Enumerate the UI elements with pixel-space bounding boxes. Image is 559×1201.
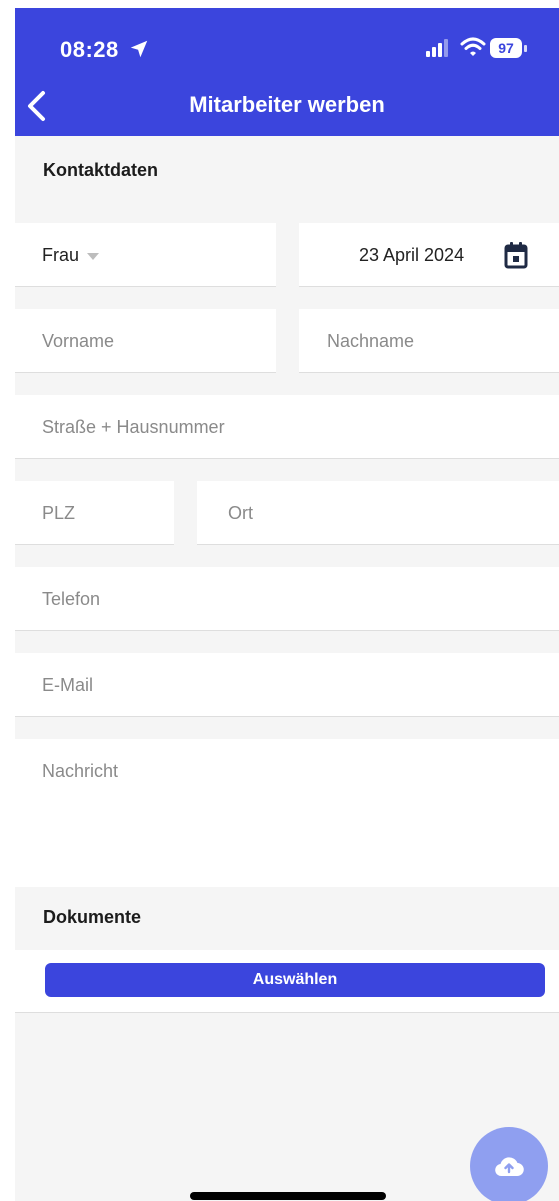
street-field[interactable]: Straße + Hausnummer bbox=[15, 395, 559, 459]
battery-tip bbox=[524, 45, 527, 52]
salutation-select[interactable]: Frau bbox=[15, 223, 276, 287]
signal-icon bbox=[426, 39, 448, 57]
app-screen: 08:28 97 Mitarbeiter werben Kontaktdaten… bbox=[15, 8, 559, 1201]
wifi-icon bbox=[460, 37, 486, 56]
cloud-upload-icon bbox=[495, 1157, 524, 1177]
city-placeholder: Ort bbox=[228, 503, 253, 523]
battery-indicator: 97 bbox=[490, 38, 528, 60]
section-title-contact: Kontaktdaten bbox=[43, 160, 159, 180]
zip-field[interactable]: PLZ bbox=[15, 481, 174, 545]
status-time: 08:28 bbox=[60, 37, 119, 62]
upload-fab[interactable] bbox=[470, 1127, 548, 1201]
date-value: 23 April 2024 bbox=[359, 245, 465, 265]
street-placeholder: Straße + Hausnummer bbox=[42, 417, 225, 437]
battery-level: 97 bbox=[490, 38, 522, 58]
lastname-placeholder: Nachname bbox=[327, 331, 415, 351]
select-documents-button[interactable]: Auswählen bbox=[45, 963, 545, 997]
phone-placeholder: Telefon bbox=[42, 589, 101, 609]
message-field[interactable]: Nachricht bbox=[15, 739, 559, 887]
email-field[interactable]: E-Mail bbox=[15, 653, 559, 717]
firstname-field[interactable]: Vorname bbox=[15, 309, 276, 373]
date-picker-field[interactable]: 23 April 2024 bbox=[299, 223, 559, 287]
dropdown-caret-icon bbox=[87, 253, 99, 260]
page-title: Mitarbeiter werben bbox=[189, 92, 385, 117]
message-placeholder: Nachricht bbox=[42, 761, 119, 781]
location-arrow-icon bbox=[130, 40, 148, 58]
section-title-documents: Dokumente bbox=[43, 907, 142, 927]
home-indicator bbox=[190, 1192, 386, 1200]
zip-placeholder: PLZ bbox=[42, 503, 76, 523]
calendar-icon[interactable] bbox=[504, 241, 528, 269]
salutation-value: Frau bbox=[42, 245, 80, 265]
email-placeholder: E-Mail bbox=[42, 675, 94, 695]
phone-field[interactable]: Telefon bbox=[15, 567, 559, 631]
city-field[interactable]: Ort bbox=[197, 481, 559, 545]
lastname-field[interactable]: Nachname bbox=[299, 309, 559, 373]
firstname-placeholder: Vorname bbox=[42, 331, 115, 351]
